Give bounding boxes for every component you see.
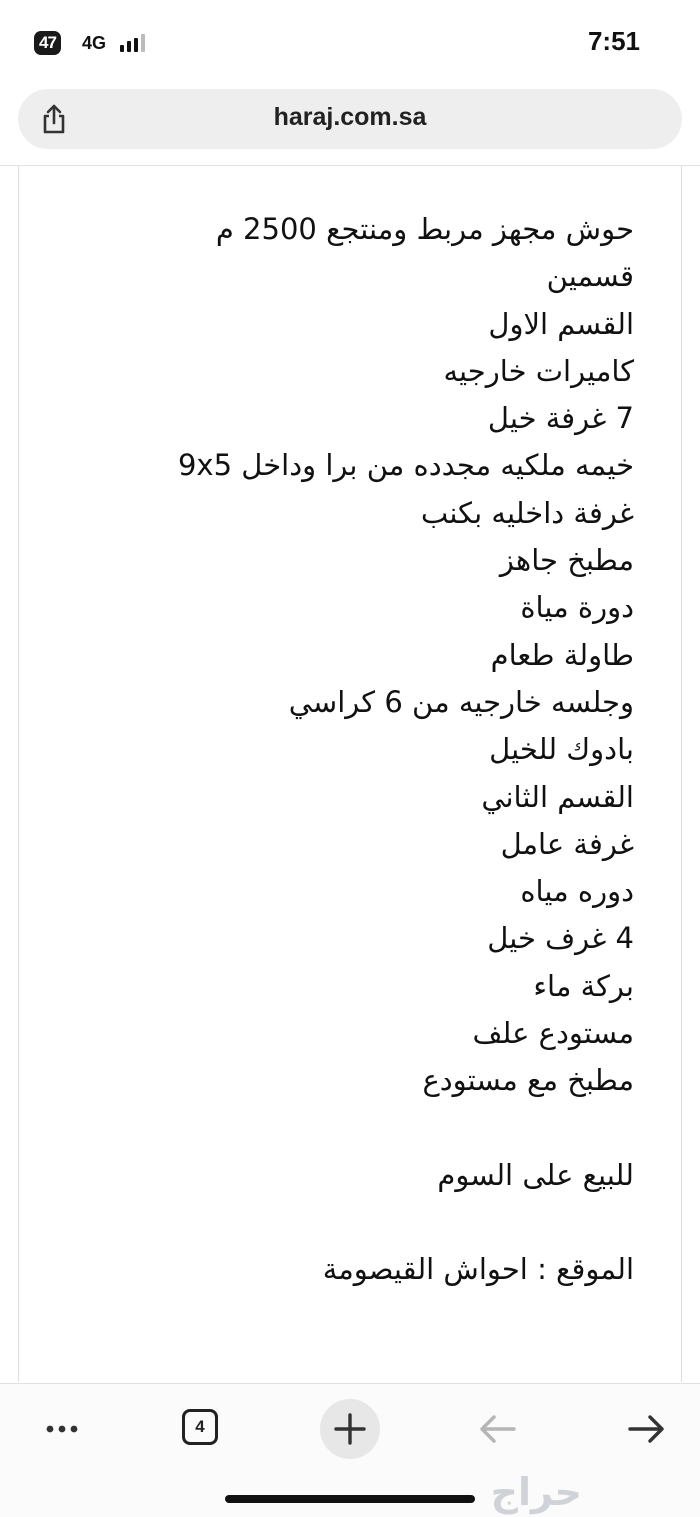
post-line: مستودع علف (472, 1016, 635, 1051)
url-text[interactable]: haraj.com.sa (18, 103, 682, 132)
post-line: حوش مجهز مربط ومنتجع 2500 م (215, 212, 634, 246)
post-line: كاميرات خارجيه (443, 353, 635, 388)
browser-toolbar: 4 حراج (0, 1383, 700, 1517)
back-arrow-icon[interactable] (468, 1399, 528, 1459)
post-line: غرفة داخليه بكنب (420, 495, 634, 530)
post-line: دوره مياه (520, 874, 634, 909)
more-icon[interactable] (32, 1399, 92, 1459)
address-bar[interactable]: haraj.com.sa (18, 89, 682, 149)
post-line: طاولة طعام (490, 637, 634, 672)
post-line: 7 غرفة خيل (487, 401, 634, 436)
post-line: القسم الثاني (481, 779, 634, 814)
status-bar: 47 4G 7:51 (0, 0, 700, 82)
post-line: مطبخ جاهز (499, 543, 634, 578)
clock: 7:51 (587, 26, 640, 56)
post-line: خيمه ملكيه مجدده من برا وداخل 9x5 (177, 448, 634, 483)
tab-count: 4 (182, 1409, 218, 1445)
signal-icon (120, 34, 150, 52)
post-body: حوش مجهز مربط ومنتجع 2500 م قسمين القسم … (74, 207, 634, 1294)
forward-arrow-icon[interactable] (616, 1399, 676, 1459)
post-line: وجلسه خارجيه من 6 كراسي (288, 684, 634, 719)
post-line: القسم الاول (488, 306, 634, 341)
post-line: غرفة عامل (500, 826, 634, 861)
post-line: بركة ماء (533, 968, 634, 1003)
post-line: دورة مياة (520, 590, 634, 625)
plus-icon[interactable] (320, 1399, 380, 1459)
post-line: مطبخ مع مستودع (422, 1063, 634, 1098)
sale-note: للبيع على السوم (437, 1157, 634, 1192)
status-badge: 47 (34, 31, 61, 55)
watermark: حراج (490, 1470, 582, 1514)
post-line: بادوك للخيل (489, 732, 634, 767)
location: الموقع : احواش القيصومة (322, 1251, 634, 1286)
home-indicator[interactable] (225, 1495, 475, 1503)
tabs-icon[interactable]: 4 (172, 1399, 232, 1459)
network-type: 4G (82, 33, 107, 53)
post-line: قسمين (546, 259, 634, 294)
post-line: 4 غرف خيل (487, 921, 634, 956)
